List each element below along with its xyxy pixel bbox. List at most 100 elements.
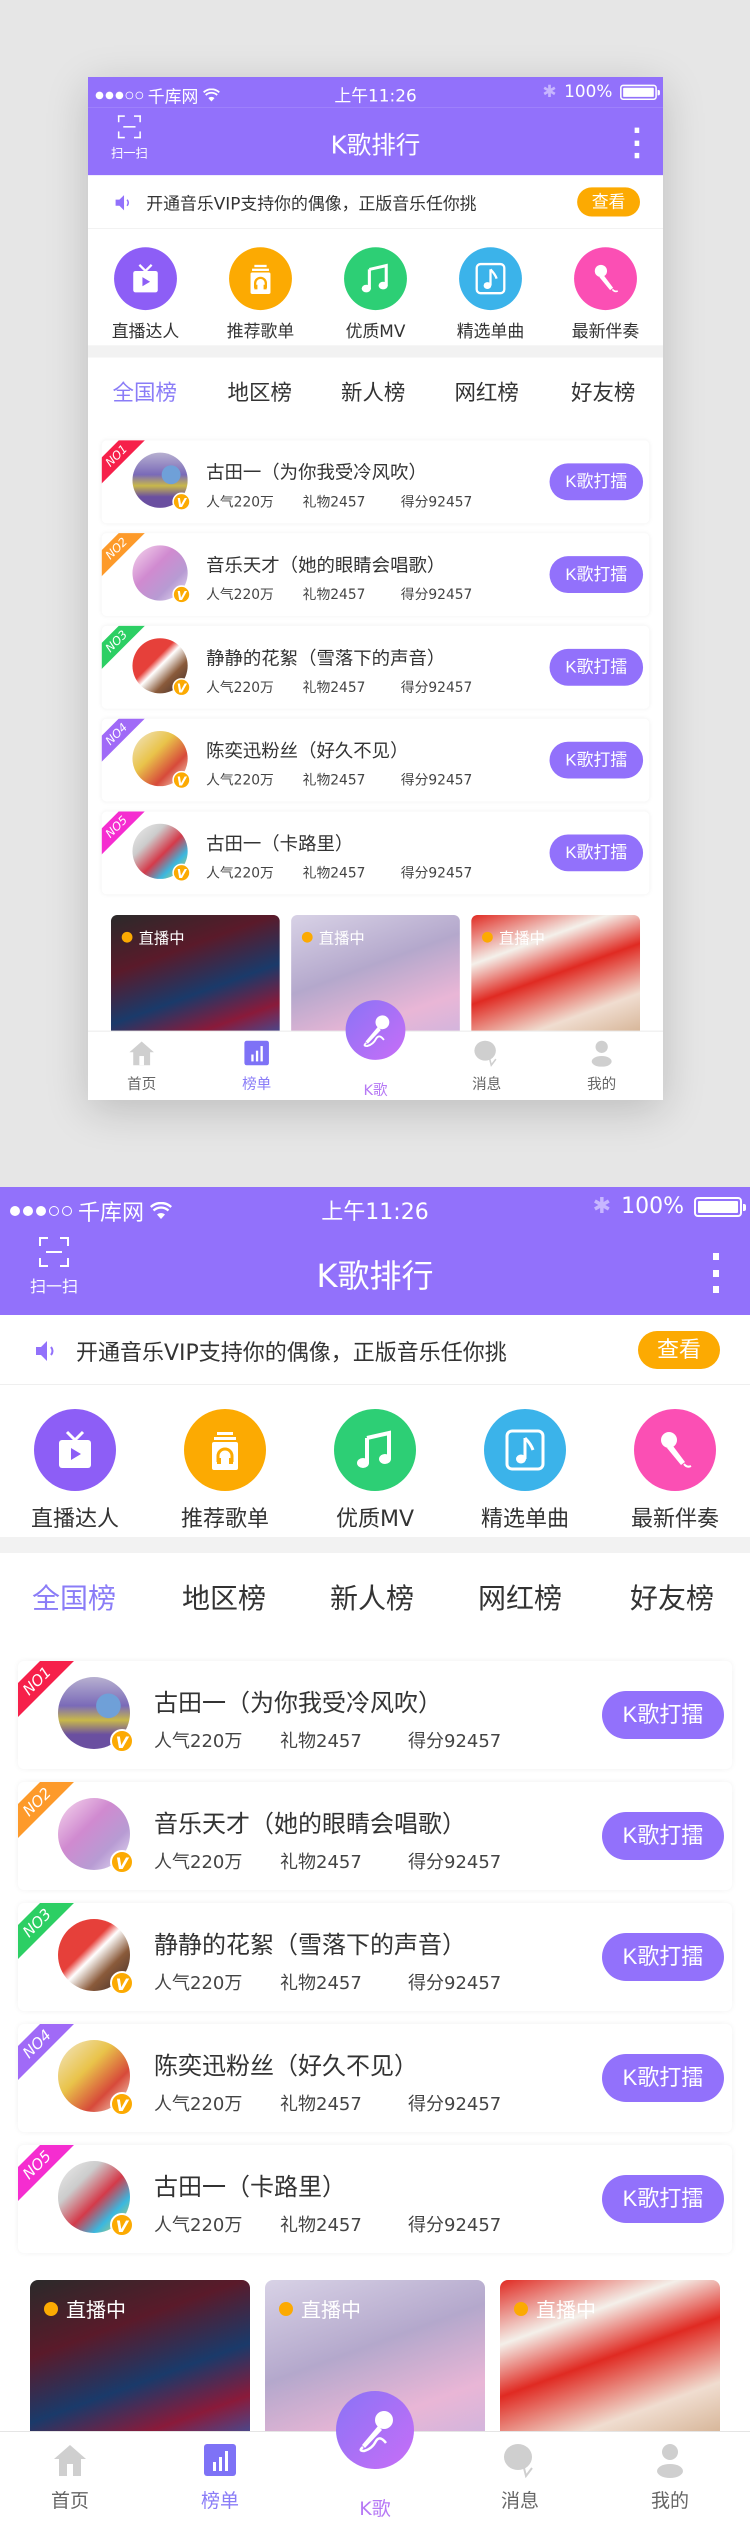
category-grid: 直播达人 推荐歌单 优质MV 精选单曲 最新伴奏 xyxy=(88,229,663,346)
ranking-row[interactable]: V 音乐天才（她的眼睛会唱歌） 人气220万 礼物2457 得分92457 K歌打擂 NO2 xyxy=(18,1782,732,1890)
category-item[interactable]: 精选单曲 xyxy=(450,1385,600,1537)
tab-k-song-label[interactable]: K歌 xyxy=(345,1079,406,1100)
stat-gifts: 礼物2457 xyxy=(280,1852,362,1873)
verified-icon: V xyxy=(172,585,191,604)
tab-bar-item-chart[interactable]: 榜单 xyxy=(226,1039,287,1093)
ranking-row[interactable]: V 静静的花絮（雪落下的声音） 人气220万 礼物2457 得分92457 K歌打擂 NO3 xyxy=(101,625,650,709)
tab-0[interactable]: 全国榜 xyxy=(113,376,177,407)
song-stats: 人气220万 礼物2457 得分92457 xyxy=(154,1969,501,1995)
challenge-button[interactable]: K歌打擂 xyxy=(549,834,644,872)
tab-3[interactable]: 网红榜 xyxy=(478,1577,562,1617)
live-tag: 直播中 xyxy=(44,2294,126,2323)
tab-2[interactable]: 新人榜 xyxy=(330,1577,414,1617)
status-bar: 千库网 上午11:26 ✱ 100% xyxy=(0,1187,750,1227)
category-item[interactable]: 直播达人 xyxy=(0,1385,150,1537)
tab-4[interactable]: 好友榜 xyxy=(630,1577,714,1617)
section-divider xyxy=(88,345,663,358)
ranking-row[interactable]: V 古田一（为你我受冷风吹） 人气220万 礼物2457 得分92457 K歌打擂 NO1 xyxy=(18,1661,732,1769)
stat-popularity: 人气220万 xyxy=(206,586,274,603)
song-stats: 人气220万 礼物2457 得分92457 xyxy=(154,2090,501,2116)
ranking-row[interactable]: V 静静的花絮（雪落下的声音） 人气220万 礼物2457 得分92457 K歌打擂 NO3 xyxy=(18,1903,732,2011)
app-screen: 千库网 上午11:26 ✱ 100% 扫一扫 K歌排行 开通音乐VIP支持你的偶… xyxy=(88,77,663,1100)
category-item[interactable]: 最新伴奏 xyxy=(548,229,663,346)
microphone-icon xyxy=(634,1409,716,1491)
ranking-row[interactable]: V 陈奕迅粉丝（好久不见） 人气220万 礼物2457 得分92457 K歌打擂 NO4 xyxy=(18,2024,732,2132)
category-item[interactable]: 直播达人 xyxy=(88,229,203,346)
tab-2[interactable]: 新人榜 xyxy=(341,376,405,407)
ranking-row[interactable]: V 音乐天才（她的眼睛会唱歌） 人气220万 礼物2457 得分92457 K歌打擂 NO2 xyxy=(101,533,650,616)
song-title: 音乐天才（她的眼睛会唱歌） xyxy=(154,1810,466,1838)
tab-1[interactable]: 地区榜 xyxy=(182,1577,266,1617)
ranking-tabs: 全国榜 地区榜 新人榜 网红榜 好友榜 xyxy=(0,1553,750,1643)
tab-k-song-label[interactable]: K歌 xyxy=(335,2494,415,2521)
category-item[interactable]: 推荐歌单 xyxy=(150,1385,300,1537)
tab-bar-item-user[interactable]: 我的 xyxy=(571,1039,632,1093)
tab-bar-item-home[interactable]: 首页 xyxy=(30,2442,110,2513)
tab-bar-label: 榜单 xyxy=(242,1075,272,1093)
live-dot-icon xyxy=(482,931,493,943)
tab-bar-item-home[interactable]: 首页 xyxy=(111,1039,172,1093)
ranking-row[interactable]: V 陈奕迅粉丝（好久不见） 人气220万 礼物2457 得分92457 K歌打擂 NO4 xyxy=(101,718,650,802)
view-button[interactable]: 查看 xyxy=(577,187,641,217)
challenge-button[interactable]: K歌打擂 xyxy=(602,1933,724,1981)
tv-icon xyxy=(34,1409,116,1491)
category-item[interactable]: 推荐歌单 xyxy=(203,229,318,346)
challenge-button[interactable]: K歌打擂 xyxy=(549,463,644,501)
stat-score: 得分92457 xyxy=(400,865,473,882)
k-song-button[interactable] xyxy=(345,1000,406,1060)
category-item[interactable]: 最新伴奏 xyxy=(600,1385,750,1537)
tab-3[interactable]: 网红榜 xyxy=(454,376,518,407)
app-screen: 千库网 上午11:26 ✱ 100% 扫一扫 K歌排行 开通音乐VIP支持你的偶… xyxy=(0,1187,750,2521)
category-label: 推荐歌单 xyxy=(180,1507,269,1532)
ranking-row[interactable]: V 古田一（卡路里） 人气220万 礼物2457 得分92457 K歌打擂 NO5 xyxy=(101,811,650,895)
live-dot-icon xyxy=(121,931,133,943)
live-label: 直播中 xyxy=(66,2298,126,2322)
more-vertical-icon[interactable] xyxy=(710,1253,722,1293)
challenge-button[interactable]: K歌打擂 xyxy=(602,2054,724,2102)
more-vertical-icon[interactable] xyxy=(632,127,641,159)
challenge-button[interactable]: K歌打擂 xyxy=(602,1812,724,1860)
single-track-icon xyxy=(459,247,522,311)
live-tag: 直播中 xyxy=(514,2294,596,2323)
chart-icon xyxy=(243,1039,271,1067)
challenge-button[interactable]: K歌打擂 xyxy=(602,2175,724,2223)
tab-bar-label: 消息 xyxy=(500,2490,539,2512)
stat-score: 得分92457 xyxy=(400,494,473,511)
challenge-button[interactable]: K歌打擂 xyxy=(602,1691,724,1739)
ranking-list: V 古田一（为你我受冷风吹） 人气220万 礼物2457 得分92457 K歌打擂 NO1 V… xyxy=(101,440,650,904)
page-title: K歌排行 xyxy=(316,1257,434,1295)
tab-bar-item-message[interactable]: 消息 xyxy=(480,2442,560,2513)
tab-1[interactable]: 地区榜 xyxy=(228,376,292,407)
challenge-button[interactable]: K歌打擂 xyxy=(549,556,644,593)
section-divider xyxy=(0,1537,750,1553)
stat-popularity: 人气220万 xyxy=(206,772,274,789)
tab-bar-item-chart[interactable]: 榜单 xyxy=(180,2442,260,2513)
stat-score: 得分92457 xyxy=(408,2094,502,2115)
ranking-row[interactable]: V 古田一（卡路里） 人气220万 礼物2457 得分92457 K歌打擂 NO5 xyxy=(18,2145,732,2253)
category-item[interactable]: 优质MV xyxy=(318,229,433,346)
category-grid: 直播达人 推荐歌单 优质MV 精选单曲 最新伴奏 xyxy=(0,1385,750,1537)
verified-icon: V xyxy=(172,770,191,790)
challenge-button[interactable]: K歌打擂 xyxy=(549,648,644,686)
ranking-row[interactable]: V 古田一（为你我受冷风吹） 人气220万 礼物2457 得分92457 K歌打擂 NO1 xyxy=(101,440,650,524)
single-track-icon xyxy=(484,1409,566,1491)
tab-bar-label: 我的 xyxy=(650,2490,689,2512)
tab-bar-item-user[interactable]: 我的 xyxy=(630,2442,710,2513)
live-label: 直播中 xyxy=(138,928,185,948)
category-item[interactable]: 精选单曲 xyxy=(433,229,548,346)
view-button[interactable]: 查看 xyxy=(638,1331,720,1369)
challenge-button[interactable]: K歌打擂 xyxy=(549,741,644,779)
k-song-button[interactable] xyxy=(336,2391,414,2469)
message-icon xyxy=(473,1039,501,1067)
song-stats: 人气220万 礼物2457 得分92457 xyxy=(154,2211,501,2237)
home-icon xyxy=(128,1039,156,1067)
song-title: 古田一（为你我受冷风吹） xyxy=(206,461,427,484)
live-label: 直播中 xyxy=(498,928,545,948)
category-item[interactable]: 优质MV xyxy=(300,1385,450,1537)
tab-bar-item-message[interactable]: 消息 xyxy=(456,1039,517,1093)
tab-4[interactable]: 好友榜 xyxy=(571,376,635,407)
tab-bar-label: 消息 xyxy=(472,1075,502,1093)
tab-0[interactable]: 全国榜 xyxy=(32,1577,116,1617)
verified-icon: V xyxy=(110,2092,134,2116)
category-label: 最新伴奏 xyxy=(630,1507,719,1532)
